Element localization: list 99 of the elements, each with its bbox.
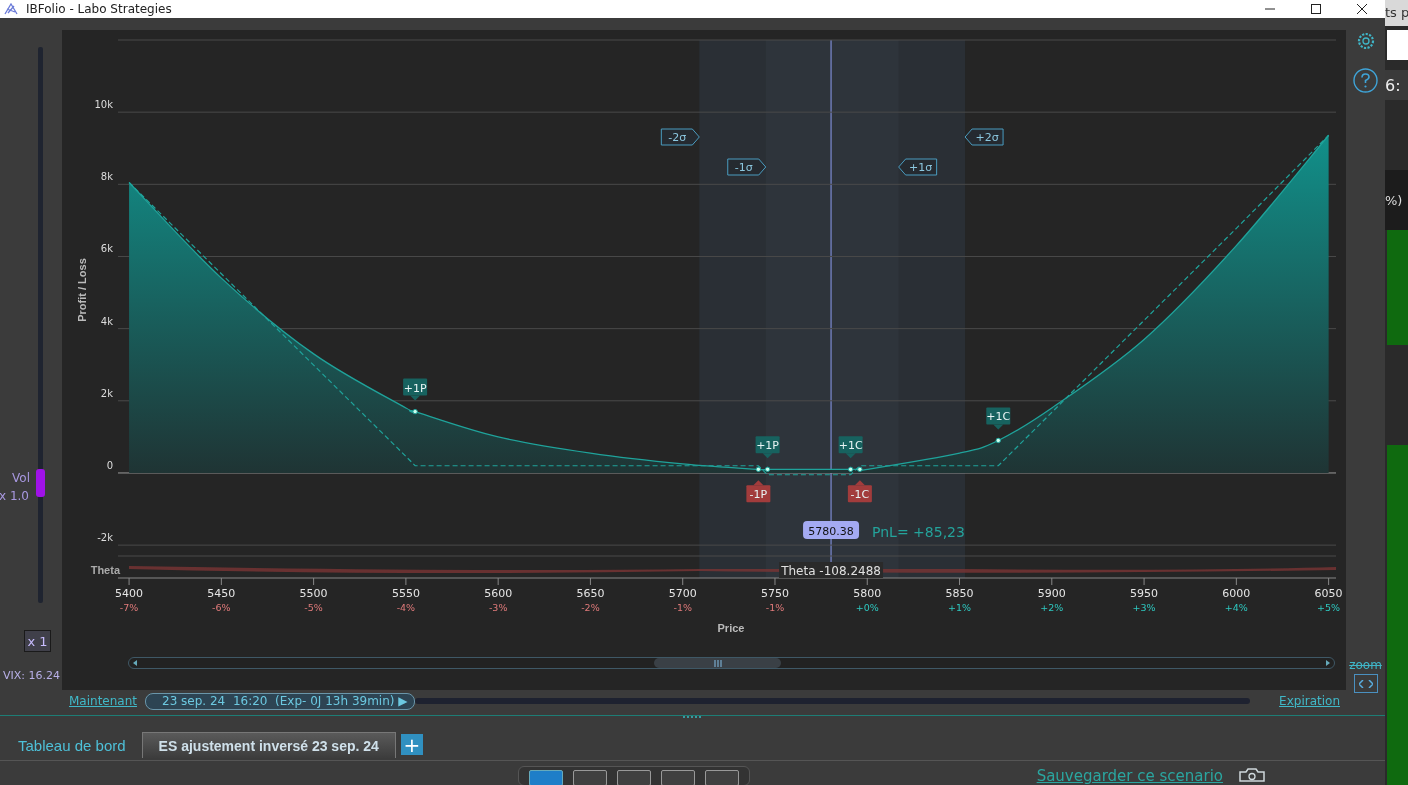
background-text: ts p (1385, 5, 1408, 20)
drag-handle-icon[interactable] (682, 716, 703, 719)
axis-label: 6000 (1222, 587, 1251, 600)
maximize-icon[interactable] (1311, 4, 1321, 14)
axis-title: Price (717, 622, 745, 634)
percent-label: -3% (488, 602, 508, 613)
scrollbar-thumb[interactable] (654, 658, 781, 668)
link[interactable]: Sauvegarder ce scenario (1036, 767, 1223, 785)
leg-point (412, 408, 418, 415)
percent-label: +1% (948, 602, 972, 613)
toolbar-button[interactable] (661, 770, 695, 785)
link[interactable]: Expiration (1279, 694, 1340, 708)
tab[interactable]: ES ajustement inversé 23 sep. 24 (141, 732, 396, 758)
scroll-right-icon[interactable] (1324, 659, 1332, 667)
axis-label: 5900 (1037, 587, 1066, 600)
chevrons-icon[interactable] (1358, 679, 1373, 688)
leg-point (857, 466, 863, 473)
sigma-marker: +2σ (964, 128, 1004, 146)
sigma-marker: +1σ (898, 158, 938, 176)
toolbar-button[interactable] (573, 770, 607, 785)
leg-point (995, 437, 1001, 444)
app-icon (4, 3, 18, 15)
toolbar-button[interactable] (705, 770, 739, 785)
price-badge: 5780.38 (803, 521, 860, 539)
toolbar-button[interactable] (617, 770, 651, 785)
percent-label: -1% (673, 602, 692, 613)
axis-label: 5400 (115, 587, 144, 600)
percent-label: +3% (1132, 602, 1156, 613)
theta-value: Theta -108.2488 (779, 562, 884, 578)
annotation: +1P (756, 439, 780, 453)
volume-slider-track[interactable] (38, 47, 43, 603)
theta-label: Theta (90, 564, 120, 576)
percent-label: -7% (119, 602, 139, 613)
reset-button[interactable]: x 1 (24, 630, 51, 652)
axis-label: 5450 (207, 587, 236, 600)
axis-label: 5850 (945, 587, 974, 600)
annotation: -2σ (668, 131, 687, 144)
axis-label: 5750 (761, 587, 789, 600)
close-icon[interactable] (1357, 4, 1367, 14)
axis-label: 5950 (1130, 587, 1159, 600)
axis-label: 5800 (853, 587, 882, 600)
annotation: +1C (986, 410, 1011, 424)
annotation: -1P (749, 488, 768, 502)
grip-icon (713, 659, 722, 667)
zoom-button[interactable] (1353, 674, 1378, 693)
camera-icon[interactable] (1239, 768, 1265, 782)
annotation: -1σ (734, 161, 753, 174)
percent-label: -2% (581, 602, 600, 613)
axis-label: 10k (94, 99, 113, 111)
axis-label: -2k (97, 532, 113, 544)
slider-thumb[interactable] (36, 469, 45, 498)
leg-point (755, 466, 762, 473)
slider-label: Vol (12, 471, 30, 486)
background-text: 6: (1385, 75, 1401, 95)
axis-label: 5550 (391, 587, 420, 600)
annotation: +1σ (909, 161, 933, 174)
axis-label: 6050 (1314, 587, 1343, 600)
vix-label: VIX: 16.24 (3, 669, 61, 682)
axis-label: 0 (106, 459, 113, 471)
link[interactable]: Maintenant (69, 694, 137, 708)
horizontal-scrollbar[interactable] (128, 657, 1335, 669)
annotation: +1P (403, 381, 427, 395)
percent-label: +5% (1317, 602, 1341, 613)
percent-label: -6% (212, 602, 231, 613)
percent-label: -1% (765, 602, 785, 613)
axis-label: 8k (100, 171, 113, 183)
percent-label: +4% (1224, 602, 1248, 613)
axis-label: 5700 (668, 587, 697, 600)
axis-label: 5500 (299, 587, 328, 600)
axis-label: 6k (100, 243, 113, 255)
sigma-marker: -2σ (660, 128, 700, 146)
axis-label: 5650 (576, 587, 605, 600)
leg-point (764, 466, 771, 473)
zoom-label: zoom (1349, 658, 1382, 672)
tab[interactable]: Tableau de bord (0, 732, 142, 758)
settings-icon[interactable] (1355, 31, 1376, 51)
percent-label: +2% (1040, 602, 1064, 613)
background-text: %) (1385, 192, 1403, 208)
axis-label: 4k (100, 315, 113, 327)
pnl-label: PnL= +85,23 (872, 524, 965, 540)
scroll-left-icon[interactable] (131, 659, 139, 667)
help-icon[interactable] (1353, 68, 1378, 93)
sigma-marker: -1σ (727, 158, 767, 176)
input-field (1387, 30, 1408, 60)
annotation: +1C (838, 439, 863, 453)
annotation: +2σ (975, 131, 999, 144)
annotation: -1C (850, 488, 870, 502)
axis-title: Profit / Loss (76, 258, 88, 322)
multiplier-label: x 1.0 (0, 489, 29, 504)
add-tab-button[interactable]: + (400, 734, 423, 755)
axis-label: 5600 (484, 587, 513, 600)
percent-label: -5% (304, 602, 323, 613)
time-slider-handle[interactable]: 23 sep. 24 16:20 (Exp- 0J 13h 39min) ▶ (145, 692, 415, 710)
percent-label: +0% (855, 602, 879, 613)
leg-point (847, 466, 854, 473)
axis-label: 2k (100, 387, 113, 399)
time-slider-track[interactable]: 23 sep. 24 16:20 (Exp- 0J 13h 39min) ▶ (145, 692, 1251, 710)
window-title: IBFolio - Labo Strategies (26, 2, 172, 16)
percent-label: -4% (396, 602, 416, 613)
